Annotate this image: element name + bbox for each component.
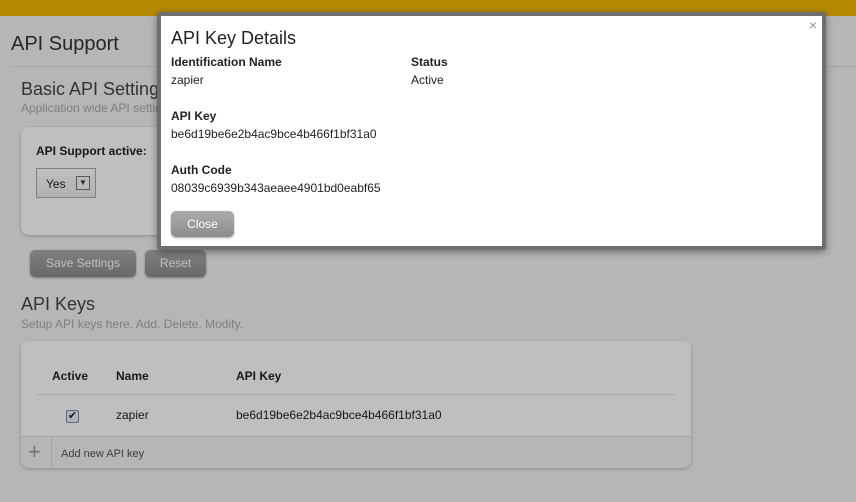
identification-name-label: Identification Name bbox=[171, 55, 282, 69]
api-key-value: be6d19be6e2b4ac9bce4b466f1bf31a0 bbox=[171, 127, 377, 141]
status-value: Active bbox=[411, 73, 444, 87]
auth-code-label: Auth Code bbox=[171, 163, 232, 177]
close-button[interactable]: Close bbox=[171, 211, 234, 237]
modal-title: API Key Details bbox=[171, 28, 297, 48]
identification-name-value: zapier bbox=[171, 73, 204, 87]
status-label: Status bbox=[411, 55, 448, 69]
close-icon[interactable]: × bbox=[809, 17, 817, 33]
api-key-details-modal: API Key Details × Identification Name za… bbox=[157, 12, 826, 250]
auth-code-value: 08039c6939b343aeaee4901bd0eabf65 bbox=[171, 181, 381, 195]
api-key-label: API Key bbox=[171, 109, 217, 123]
